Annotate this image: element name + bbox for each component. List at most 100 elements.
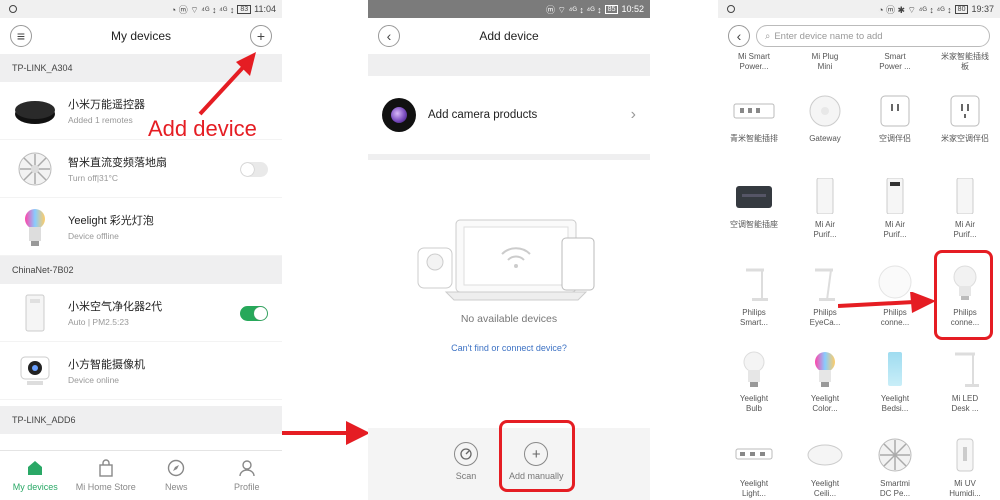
header: ‹ Add device bbox=[368, 18, 650, 54]
device-tile[interactable]: Yeelight Bulb bbox=[719, 350, 789, 414]
annotation-text: Add device bbox=[148, 116, 257, 141]
scan-button[interactable]: Scan bbox=[454, 442, 478, 481]
device-tile[interactable]: Smart Power ... bbox=[860, 52, 930, 72]
device-tile[interactable]: Gateway bbox=[790, 94, 860, 144]
add-device-button[interactable]: + bbox=[250, 25, 272, 47]
device-status: Turn off|31°C bbox=[68, 173, 119, 183]
device-status: Added 1 remotes bbox=[68, 115, 133, 125]
tab-profile[interactable]: Profile bbox=[212, 451, 283, 500]
help-link[interactable]: Can't find or connect device? bbox=[368, 343, 650, 353]
air-purifier-icon bbox=[956, 178, 974, 214]
bulb-icon bbox=[743, 351, 765, 387]
red-arrow-icon bbox=[838, 292, 936, 313]
device-tile[interactable]: Mi Plug Mini bbox=[790, 52, 860, 72]
status-bar: ◔ ⓜ ✱ ⌔ ⁴ᴳ ↕ ⁴ᴳ ↕ 80 19:37 bbox=[718, 0, 1000, 18]
clock: 10:52 bbox=[621, 4, 644, 14]
ac-companion-icon bbox=[950, 95, 980, 127]
tile-label: 空调智能插座 bbox=[730, 220, 778, 229]
device-tile[interactable]: Mi Smart Power... bbox=[719, 52, 789, 72]
device-row[interactable]: 小方智能摄像机 Device online bbox=[0, 342, 282, 400]
tab-mi-home-store[interactable]: Mi Home Store bbox=[71, 451, 142, 500]
device-row[interactable]: Yeelight 彩光灯泡 Device offline bbox=[0, 198, 282, 256]
back-button[interactable]: ‹ bbox=[378, 25, 400, 47]
device-name: 小方智能摄像机 bbox=[68, 359, 145, 371]
clock: 19:37 bbox=[971, 4, 994, 14]
back-button[interactable]: ‹ bbox=[728, 25, 750, 47]
tile-label: Yeelight bbox=[739, 394, 769, 403]
fan-icon bbox=[878, 438, 912, 472]
device-status: Auto | PM2.5:23 bbox=[68, 317, 129, 327]
device-status: Device online bbox=[68, 375, 120, 385]
device-tile[interactable]: 空调智能插座 bbox=[719, 178, 789, 230]
status-bar: ⓜ ⌔ ⁴ᴳ ↕ ⁴ᴳ ↕ 85 10:52 bbox=[368, 0, 650, 18]
home-icon bbox=[28, 461, 43, 475]
device-tile[interactable]: 空调伴侣 bbox=[860, 94, 930, 144]
add-device-screen: ⓜ ⌔ ⁴ᴳ ↕ ⁴ᴳ ↕ 85 10:52 ‹ Add device Add … bbox=[368, 0, 650, 500]
device-row[interactable]: 小米空气净化器2代 Auto | PM2.5:23 bbox=[0, 284, 282, 342]
row-label: Add camera products bbox=[428, 109, 538, 121]
device-tile[interactable]: 米家空调伴侣 bbox=[930, 94, 1000, 144]
ac-socket-icon bbox=[736, 186, 772, 208]
tab-my-devices[interactable]: My devices bbox=[0, 451, 71, 500]
device-row[interactable]: 智米直流变频落地扇 Turn off|31°C bbox=[0, 140, 282, 198]
empty-state-text: No available devices bbox=[460, 313, 558, 325]
power-strip-icon bbox=[733, 103, 775, 119]
tile-label: Philips bbox=[742, 308, 766, 317]
tile-label: Purif... bbox=[883, 230, 907, 239]
device-tile[interactable]: Yeelight Bedsi... bbox=[860, 350, 930, 414]
device-tile[interactable]: 青米智能插排 bbox=[719, 94, 789, 144]
tab-bar: My devices Mi Home Store News Profile bbox=[0, 450, 282, 500]
menu-icon: ≡ bbox=[16, 28, 26, 44]
search-icon: ⌕ bbox=[765, 30, 771, 42]
device-tile[interactable]: 米家智能插线板 bbox=[930, 52, 1000, 72]
device-list-screen: ◔ ⓜ ✱ ⌔ ⁴ᴳ ↕ ⁴ᴳ ↕ 80 19:37 ‹ ⌕ Enter dev… bbox=[718, 0, 1000, 500]
page-title: Add device bbox=[479, 29, 539, 43]
device-tile[interactable]: Mi Air Purif... bbox=[790, 178, 860, 240]
device-tile[interactable]: Yeelight Color... bbox=[790, 350, 860, 414]
back-icon: ‹ bbox=[736, 28, 742, 44]
fan-icon bbox=[12, 146, 58, 192]
device-tile[interactable]: Mi LED Desk ... bbox=[930, 350, 1000, 414]
device-status: Device offline bbox=[68, 231, 119, 241]
power-toggle[interactable] bbox=[240, 306, 268, 321]
tile-label: Mi LED bbox=[951, 394, 979, 403]
device-tile[interactable]: Mi Air Purif... bbox=[930, 178, 1000, 240]
page-title: My devices bbox=[110, 29, 172, 43]
scan-icon bbox=[454, 442, 478, 466]
battery-icon: 80 bbox=[954, 4, 969, 14]
device-tile[interactable]: Yeelight Ceili... bbox=[790, 437, 860, 499]
ac-companion-icon bbox=[880, 95, 910, 127]
add-camera-products-row[interactable]: Add camera products › bbox=[368, 76, 650, 154]
bulb-icon bbox=[12, 204, 58, 250]
tile-label: Power... bbox=[739, 62, 769, 71]
search-placeholder: Enter device name to add bbox=[774, 30, 883, 42]
status-bar: ◔ ⓜ ⌔ ⁴ᴳ ↕ ⁴ᴳ ↕ 83 11:04 bbox=[0, 0, 282, 18]
person-icon bbox=[239, 460, 255, 477]
camera-lens-icon bbox=[382, 98, 416, 132]
tab-news[interactable]: News bbox=[141, 451, 212, 500]
humidifier-icon bbox=[956, 438, 974, 472]
tab-label: Profile bbox=[233, 482, 260, 492]
tile-label: DC Pe... bbox=[879, 489, 911, 498]
chevron-right-icon: › bbox=[630, 106, 636, 123]
tile-label: Mi Smart bbox=[738, 52, 770, 61]
device-tile[interactable]: Smartmi DC Pe... bbox=[860, 437, 930, 499]
bedside-lamp-icon bbox=[888, 352, 902, 386]
tile-label: 青米智能插排 bbox=[730, 134, 778, 143]
device-tile[interactable]: Mi UV Humidi... bbox=[930, 437, 1000, 499]
device-tile[interactable]: Yeelight Light... bbox=[719, 437, 789, 499]
highlight-box bbox=[934, 250, 993, 340]
power-toggle[interactable] bbox=[240, 162, 268, 177]
section-header: ChinaNet-7B02 bbox=[0, 256, 282, 284]
menu-button[interactable]: ≡ bbox=[10, 25, 32, 47]
device-tile[interactable]: Philips Smart... bbox=[719, 264, 789, 328]
gateway-icon bbox=[809, 95, 841, 127]
battery-icon: 83 bbox=[237, 4, 252, 14]
ceiling-light-icon bbox=[807, 444, 843, 466]
status-icons: ◔ ⓜ ✱ ⌔ ⁴ᴳ ↕ ⁴ᴳ ↕ bbox=[878, 4, 952, 15]
tile-label: Yeelight bbox=[810, 394, 840, 403]
device-tile[interactable]: Mi Air Purif... bbox=[860, 178, 930, 240]
search-field[interactable]: ⌕ Enter device name to add bbox=[756, 25, 990, 47]
tile-label: Smart bbox=[884, 52, 906, 61]
desk-lamp-icon bbox=[746, 268, 768, 301]
